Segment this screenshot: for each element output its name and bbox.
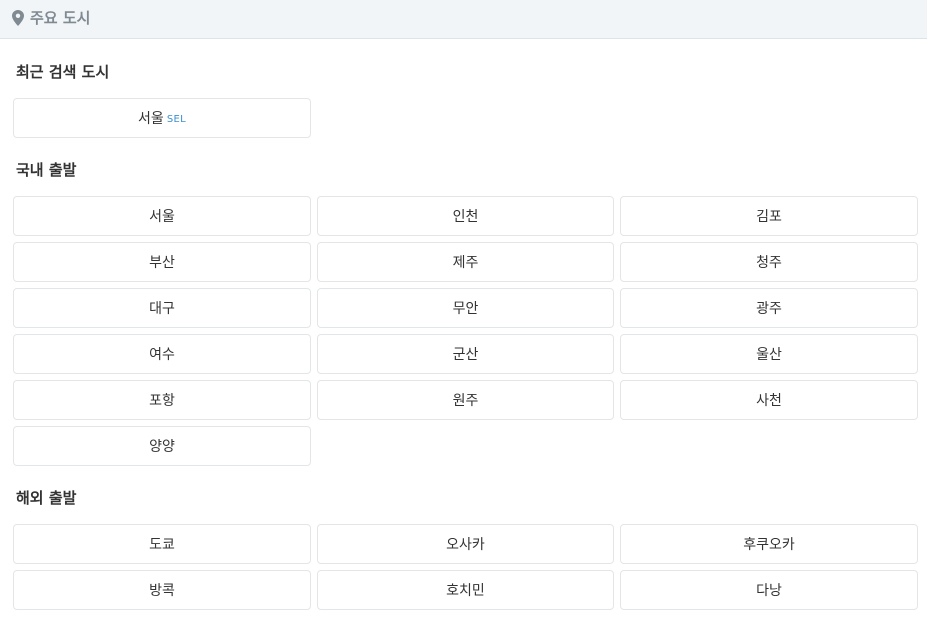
domestic-city-button[interactable]: 원주 [317,380,614,420]
domestic-city-label: 군산 [452,347,479,363]
domestic-city-button[interactable]: 군산 [317,334,614,374]
header-title: 주요 도시 [30,9,91,27]
domestic-city-button[interactable]: 제주 [317,242,614,282]
domestic-city-label: 김포 [756,209,782,225]
international-city-button[interactable]: 오사카 [317,524,614,564]
international-city-label: 오사카 [446,537,485,553]
recent-city-button[interactable]: 서울 SEL [13,98,311,138]
domestic-city-label: 원주 [452,393,479,409]
domestic-city-button[interactable]: 인천 [317,196,614,236]
domestic-city-label: 여수 [149,347,175,363]
domestic-city-button[interactable]: 사천 [620,380,918,420]
domestic-city-label: 인천 [452,209,479,225]
domestic-city-label: 양양 [149,439,175,455]
domestic-city-label: 청주 [756,255,782,271]
domestic-city-label: 무안 [452,301,479,317]
domestic-city-label: 부산 [149,255,175,271]
domestic-city-button[interactable]: 서울 [13,196,311,236]
domestic-city-button[interactable]: 대구 [13,288,311,328]
domestic-section-title: 국내 출발 [16,161,77,179]
domestic-city-label: 제주 [452,255,479,271]
domestic-city-label: 광주 [756,301,782,317]
international-city-button[interactable]: 도쿄 [13,524,311,564]
domestic-city-button[interactable]: 무안 [317,288,614,328]
map-pin-icon [12,10,24,26]
domestic-city-button[interactable]: 광주 [620,288,918,328]
international-city-button[interactable]: 방콕 [13,570,311,610]
domestic-city-button[interactable]: 울산 [620,334,918,374]
recent-city-name: 서울 [138,111,164,127]
domestic-city-label: 울산 [756,347,782,363]
recent-city-code: SEL [166,114,186,125]
domestic-city-button[interactable]: 여수 [13,334,311,374]
international-city-label: 도쿄 [149,537,175,553]
domestic-city-label: 서울 [149,209,175,225]
domestic-city-button[interactable]: 부산 [13,242,311,282]
domestic-city-button[interactable]: 김포 [620,196,918,236]
domestic-city-label: 대구 [149,301,175,317]
international-city-label: 후쿠오카 [743,537,795,553]
international-city-label: 다낭 [756,583,782,599]
recent-section-title: 최근 검색 도시 [16,63,110,81]
header-bar: 주요 도시 [0,0,927,39]
domestic-city-button[interactable]: 포항 [13,380,311,420]
domestic-city-label: 사천 [756,393,782,409]
international-section-title: 해외 출발 [16,489,77,507]
international-city-label: 방콕 [149,583,175,599]
international-city-button[interactable]: 후쿠오카 [620,524,918,564]
international-city-button[interactable]: 다낭 [620,570,918,610]
international-city-button[interactable]: 호치민 [317,570,614,610]
domestic-city-label: 포항 [149,393,175,409]
domestic-city-button[interactable]: 양양 [13,426,311,466]
domestic-city-button[interactable]: 청주 [620,242,918,282]
international-city-label: 호치민 [446,583,485,599]
